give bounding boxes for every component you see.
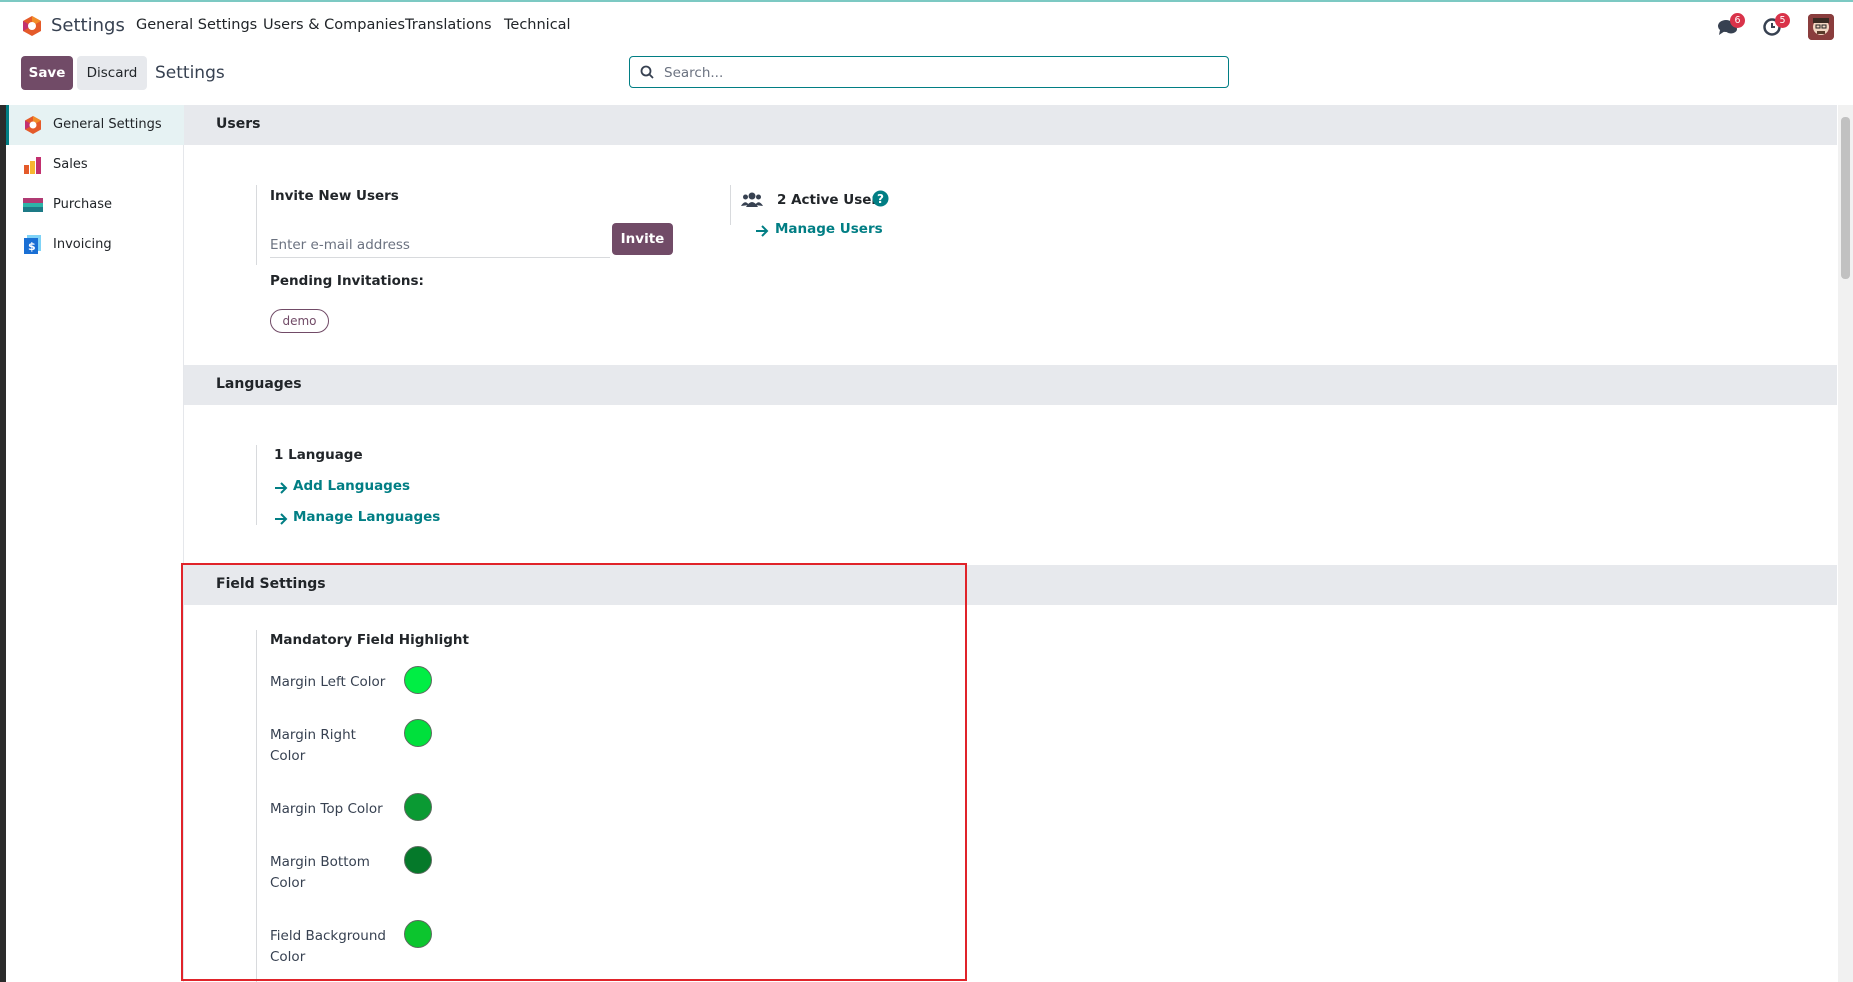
- setting-divider: [730, 185, 731, 225]
- messages-badge: 6: [1730, 13, 1745, 28]
- margin-top-color-swatch[interactable]: [404, 793, 432, 821]
- svg-text:?: ?: [877, 192, 884, 206]
- breadcrumb: Settings: [155, 63, 225, 83]
- scrollbar-thumb[interactable]: [1841, 117, 1850, 279]
- setting-divider: [256, 445, 257, 525]
- active-users-count: 2 Active User: [777, 192, 879, 208]
- purchase-app-icon: [23, 198, 43, 212]
- field-background-color-label: Field Background Color: [270, 926, 386, 968]
- label-line: Margin Bottom: [270, 854, 370, 870]
- language-count: 1 Language: [274, 447, 363, 463]
- label-line: Margin Left Color: [270, 674, 386, 690]
- settings-content: Users Invite New Users Invite Pending In…: [184, 105, 1837, 982]
- sidebar-item-general-settings[interactable]: General Settings: [6, 105, 184, 145]
- margin-left-color-label: Margin Left Color: [270, 672, 385, 693]
- arrow-right-icon: [756, 225, 769, 237]
- app-title[interactable]: Settings: [51, 15, 125, 36]
- margin-top-color-label: Margin Top Color: [270, 799, 383, 820]
- sidebar-item-label: Sales: [53, 157, 88, 172]
- invite-new-users-title: Invite New Users: [270, 188, 399, 204]
- invite-email-input[interactable]: [270, 233, 610, 258]
- pending-invitations-label: Pending Invitations:: [270, 273, 424, 289]
- label-line: Color: [270, 875, 306, 891]
- settings-app-icon: [25, 116, 41, 134]
- field-settings-section-header: Field Settings: [184, 565, 1837, 605]
- messages-button[interactable]: 6: [1716, 13, 1745, 39]
- help-question-icon[interactable]: ?: [872, 190, 889, 207]
- svg-text:$: $: [28, 240, 36, 253]
- sidebar-item-sales[interactable]: Sales: [6, 145, 184, 185]
- add-languages-link[interactable]: Add Languages: [293, 478, 410, 494]
- arrow-right-icon: [275, 482, 288, 494]
- discard-button[interactable]: Discard: [77, 56, 147, 90]
- save-button[interactable]: Save: [21, 56, 73, 90]
- margin-right-color-swatch[interactable]: [404, 719, 432, 747]
- menu-translations[interactable]: Translations: [405, 17, 492, 33]
- label-line: Color: [270, 748, 306, 764]
- label-line: Margin Top Color: [270, 801, 383, 817]
- sidebar-item-label: General Settings: [53, 117, 162, 132]
- setting-divider: [256, 630, 257, 982]
- sidebar-item-invoicing[interactable]: $ Invoicing: [6, 225, 184, 265]
- manage-users-link[interactable]: Manage Users: [775, 221, 883, 237]
- settings-sidebar: General Settings Sales Purchase $ Invoic…: [6, 105, 184, 982]
- manage-languages-link[interactable]: Manage Languages: [293, 509, 440, 525]
- label-line: Field Background: [270, 928, 386, 944]
- users-section-header: Users: [184, 105, 1837, 145]
- languages-section-header: Languages: [184, 365, 1837, 405]
- search-icon: [640, 65, 654, 79]
- control-panel: Save Discard Settings: [0, 49, 1853, 105]
- search-input[interactable]: [662, 62, 1216, 84]
- margin-right-color-label: Margin Right Color: [270, 725, 356, 767]
- margin-left-color-swatch[interactable]: [404, 666, 432, 694]
- sidebar-item-label: Invoicing: [53, 237, 112, 252]
- margin-bottom-color-label: Margin Bottom Color: [270, 852, 370, 894]
- arrow-right-icon: [275, 513, 288, 525]
- vertical-scrollbar[interactable]: [1838, 105, 1853, 982]
- menu-general-settings[interactable]: General Settings: [136, 17, 257, 33]
- invoicing-app-icon: $: [24, 235, 41, 254]
- users-group-icon: [741, 192, 763, 207]
- pending-invitation-tag[interactable]: demo: [270, 309, 329, 333]
- search-bar[interactable]: [629, 56, 1229, 88]
- odoo-settings-logo-icon[interactable]: [21, 15, 43, 37]
- user-avatar[interactable]: [1808, 14, 1834, 40]
- margin-bottom-color-swatch[interactable]: [404, 846, 432, 874]
- menu-technical[interactable]: Technical: [504, 17, 571, 33]
- setting-divider: [256, 185, 257, 265]
- sales-app-icon: [24, 157, 41, 174]
- section-title: Field Settings: [216, 576, 326, 592]
- sidebar-item-purchase[interactable]: Purchase: [6, 185, 184, 225]
- label-line: Margin Right: [270, 727, 356, 743]
- main-navbar: Settings General Settings Users & Compan…: [0, 0, 1853, 49]
- section-title: Users: [216, 116, 261, 132]
- label-line: Color: [270, 949, 306, 965]
- section-title: Languages: [216, 376, 302, 392]
- sidebar-item-label: Purchase: [53, 197, 113, 212]
- user-avatar-icon: [1808, 14, 1834, 40]
- field-background-color-swatch[interactable]: [404, 920, 432, 948]
- menu-users-companies[interactable]: Users & Companies: [263, 17, 405, 33]
- mandatory-field-highlight-title: Mandatory Field Highlight: [270, 632, 469, 648]
- activities-badge: 5: [1775, 13, 1790, 28]
- activities-button[interactable]: 5: [1761, 13, 1790, 39]
- invite-button[interactable]: Invite: [612, 223, 673, 255]
